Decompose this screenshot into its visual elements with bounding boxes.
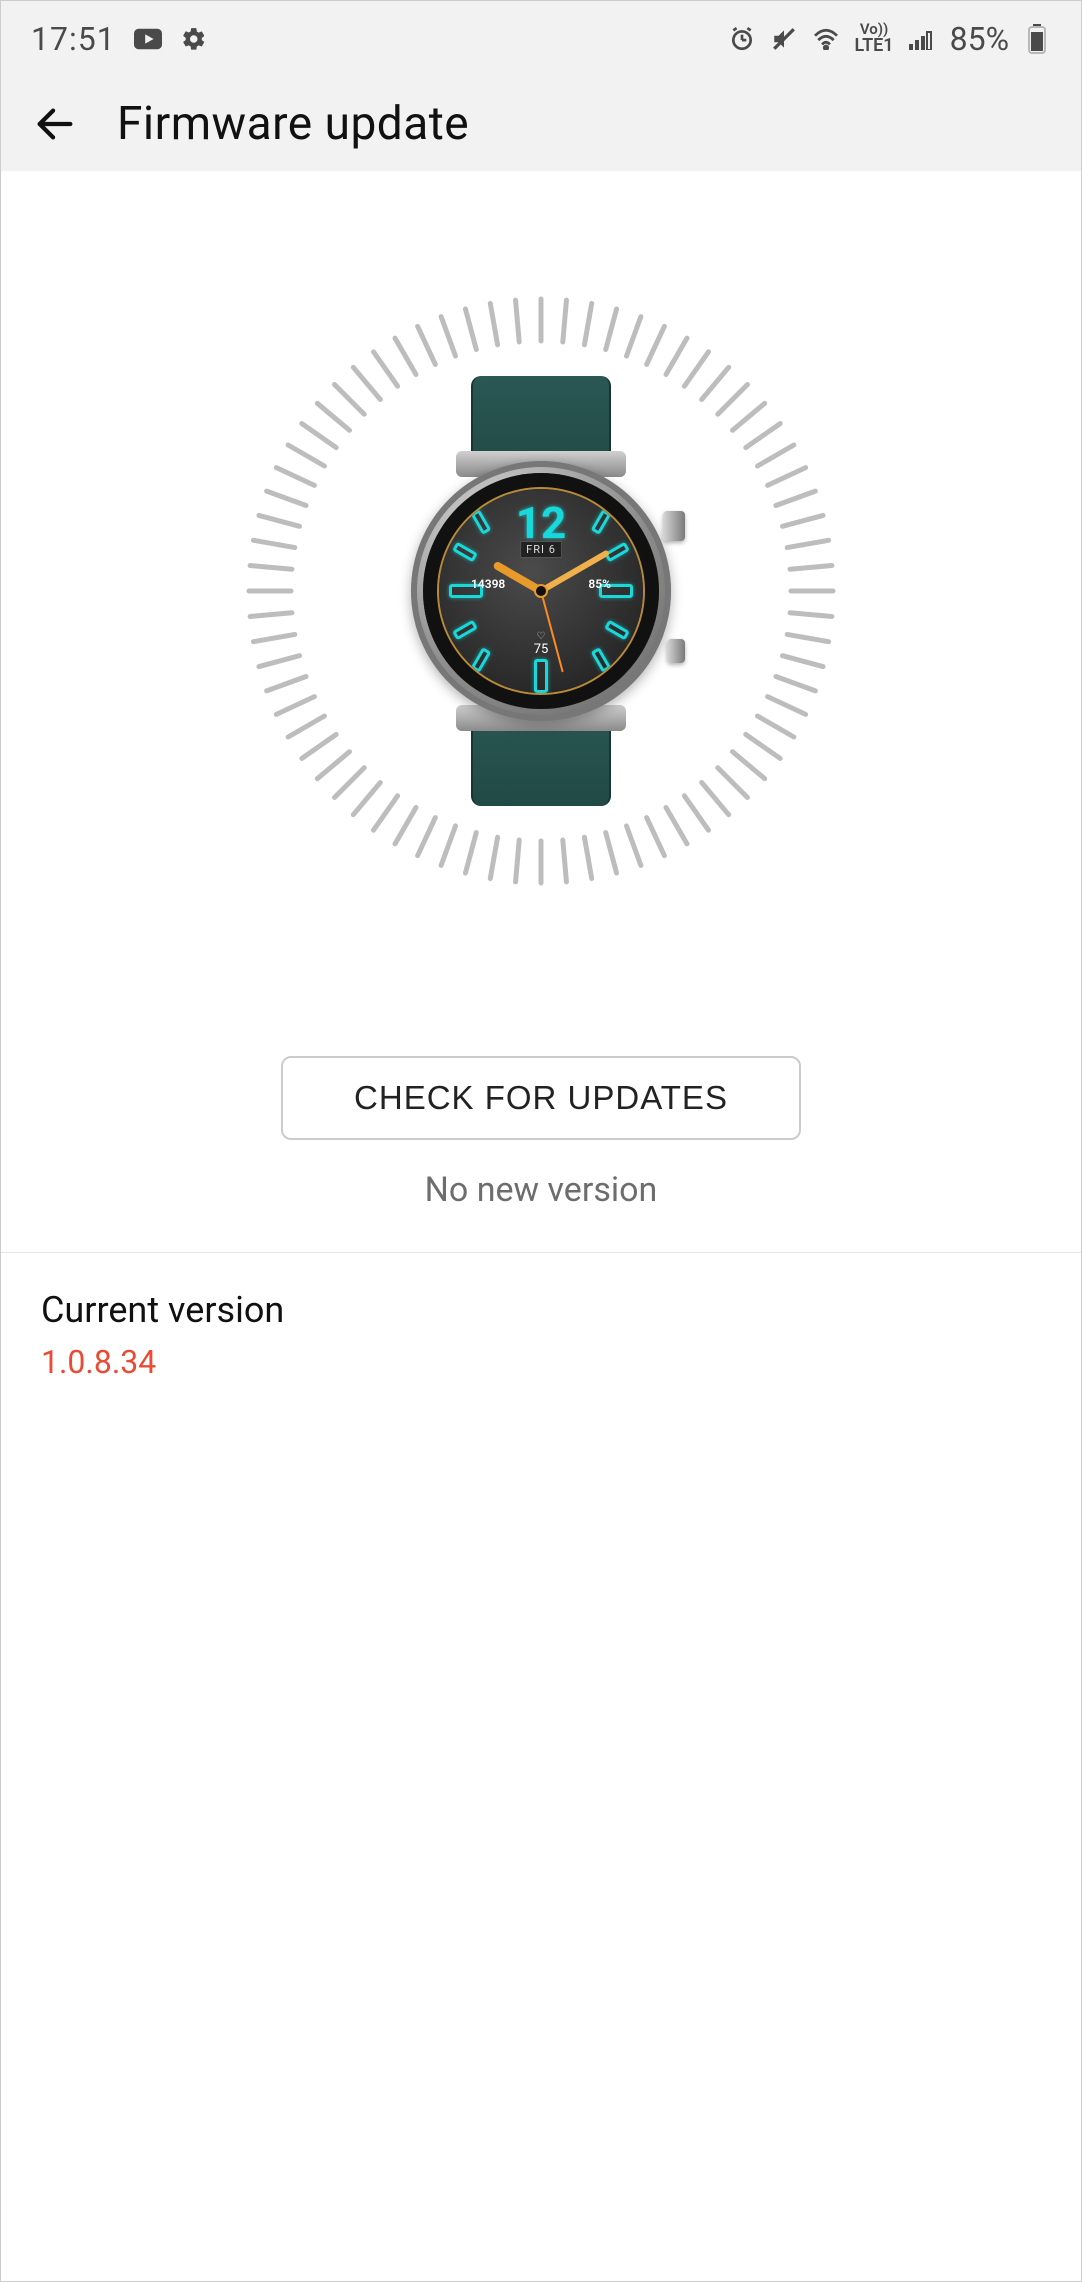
dial-marker [471, 509, 492, 535]
dial-marker [471, 647, 492, 673]
current-version-section: Current version 1.0.8.34 [1, 1253, 1081, 1417]
alarm-icon [728, 25, 756, 53]
dial-marker [604, 620, 630, 641]
status-time: 17:51 [31, 20, 116, 58]
dial-marker [452, 620, 478, 641]
wifi-icon [812, 25, 840, 53]
dial-battery: 85% [588, 577, 611, 591]
update-status-text: No new version [1, 1170, 1081, 1210]
page-title: Firmware update [117, 97, 469, 151]
status-bar-left: 17:51 [31, 20, 208, 58]
mute-icon [770, 25, 798, 53]
arrow-left-icon [32, 101, 78, 147]
current-version-value: 1.0.8.34 [41, 1343, 1041, 1381]
check-for-updates-button[interactable]: CHECK FOR UPDATES [281, 1056, 801, 1140]
dial-marker [591, 509, 612, 535]
dial-heart-rate-value: 75 [534, 642, 549, 657]
heart-icon: ♡ [534, 631, 549, 642]
content-area: 12 FRI 6 14398 85% ♡ [1, 171, 1081, 1417]
watch-crown-top [663, 511, 685, 541]
battery-icon [1023, 25, 1051, 53]
dial-marker [534, 659, 548, 693]
watch-device: 12 FRI 6 14398 85% ♡ [411, 461, 671, 721]
app-bar: Firmware update [1, 76, 1081, 171]
dial-heart-rate: ♡ 75 [534, 631, 549, 657]
youtube-icon [134, 25, 162, 53]
watch-case: 12 FRI 6 14398 85% ♡ [411, 461, 671, 721]
volte-label: Vo)) LTE1 [854, 22, 893, 55]
current-version-label: Current version [41, 1289, 1041, 1331]
status-bar: 17:51 Vo)) LTE1 85% [1, 1, 1081, 76]
dial-center [534, 584, 548, 598]
status-bar-right: Vo)) LTE1 85% [728, 20, 1051, 58]
watch-illustration: 12 FRI 6 14398 85% ♡ [241, 291, 841, 891]
dial-marker [591, 647, 612, 673]
signal-icon [908, 25, 936, 53]
dial-date: FRI 6 [520, 541, 562, 558]
watch-crown-bottom [667, 639, 685, 663]
watch-dial: 12 FRI 6 14398 85% ♡ [439, 489, 643, 693]
dial-marker [452, 542, 478, 563]
gear-icon [180, 25, 208, 53]
battery-percent: 85% [950, 20, 1009, 58]
back-button[interactable] [29, 98, 81, 150]
dial-steps: 14398 [471, 577, 505, 591]
